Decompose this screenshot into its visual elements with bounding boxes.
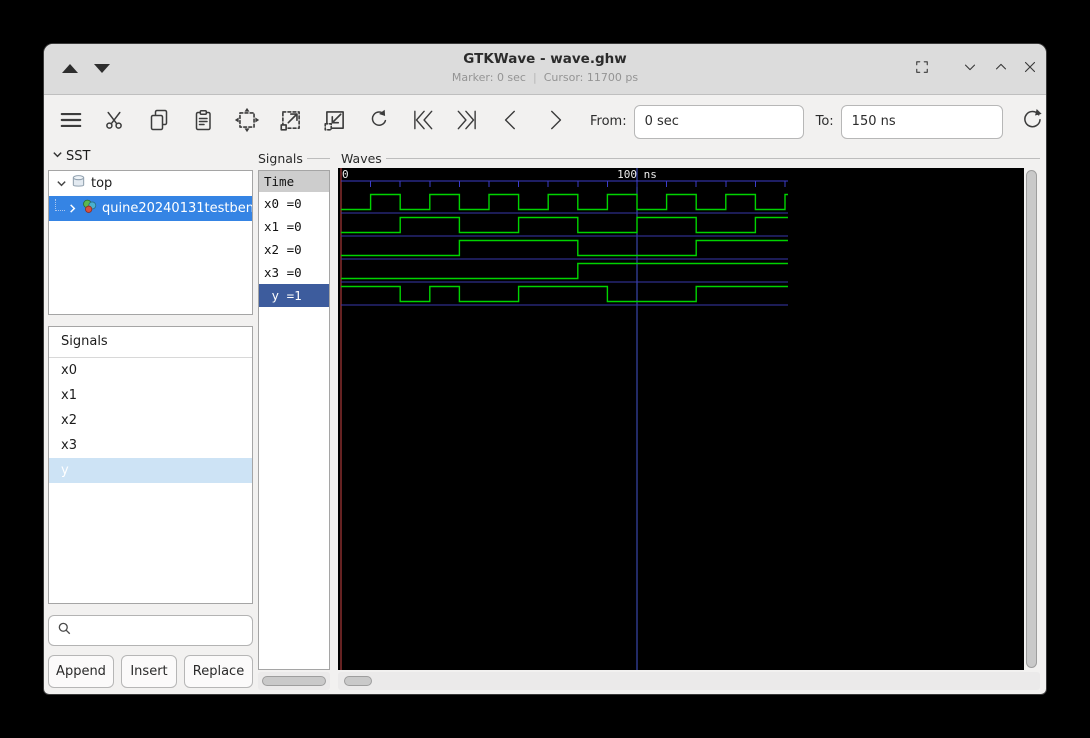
go-to-end-icon [454,107,480,137]
frame-line [385,158,1040,159]
go-to-end-button[interactable] [454,109,480,135]
search-input[interactable] [78,622,242,639]
cut-button[interactable] [102,109,128,135]
fit-selection-icon [234,107,260,137]
replace-button[interactable]: Replace [184,655,253,688]
from-input[interactable] [633,104,804,139]
wave-display[interactable]: 0 100 ns [338,168,1024,670]
chevron-down-icon [52,149,66,164]
step-back-button[interactable] [498,109,524,135]
sst-tree: top quine20240131testbench [48,170,253,315]
tree-item-testbench[interactable]: quine20240131testbench [49,196,252,221]
waves-horizontal-scrollbar[interactable] [338,672,1040,690]
signals-frame-label: Signals [258,151,303,166]
scrollbar-thumb[interactable] [1026,170,1037,668]
close-button[interactable] [1019,58,1041,80]
minimize-button[interactable] [959,58,981,80]
expander-down-icon[interactable] [56,178,67,189]
copy-icon [147,108,171,136]
zoom-in-selection-button[interactable] [278,109,304,135]
module-cylinder-icon [71,174,91,193]
expander-right-icon[interactable] [67,203,78,214]
signal-browser: Signals x0 x1 x2 x3 y [48,326,253,604]
svg-text:100 ns: 100 ns [617,168,657,181]
waves-vertical-scrollbar[interactable] [1026,170,1038,668]
waveform-canvas[interactable]: 0 100 ns [338,168,1024,670]
cursor-status: Cursor: 11700 ps [543,71,639,84]
fit-selection-button[interactable] [234,107,260,137]
append-button[interactable]: Append [48,655,114,688]
step-back-icon [498,107,524,137]
list-item-x0[interactable]: x0 [49,358,252,383]
waves-frame-label: Waves [341,151,382,166]
value-row-x3[interactable]: x3 =0 [259,261,329,284]
from-label: From: [590,114,627,129]
tree-elbow [55,198,65,211]
chevron-down-icon [961,58,979,80]
search-box[interactable] [48,615,253,646]
value-row-x1[interactable]: x1 =0 [259,215,329,238]
chevron-up-icon [992,58,1010,80]
zoom-out-selection-icon [322,107,348,137]
titlebar[interactable]: GTKWave - wave.ghw Marker: 0 sec | Cursor:… [44,44,1046,95]
status-line: Marker: 0 sec | Cursor: 11700 ps [44,71,1046,84]
scrollbar-thumb[interactable] [344,676,372,686]
go-to-start-button[interactable] [410,109,436,135]
frame-line [306,158,330,159]
tree-item-label: quine20240131testbench [102,201,252,216]
waves-frame: Waves [341,151,1040,166]
undo-button[interactable] [366,109,392,135]
values-horizontal-scrollbar[interactable] [258,672,330,690]
signals-frame: Signals [258,151,330,166]
go-to-start-icon [410,107,436,137]
copy-button[interactable] [146,109,172,135]
to-label: To: [815,114,834,129]
time-header[interactable]: Time [259,171,329,192]
window-title: GTKWave - wave.ghw [463,51,627,67]
list-item-x2[interactable]: x2 [49,408,252,433]
menu-button[interactable] [58,109,84,135]
search-icon [57,621,72,640]
paste-icon [191,108,215,136]
svg-text:0: 0 [342,168,349,181]
cut-icon [103,108,127,136]
to-input[interactable] [840,104,1003,139]
insert-button[interactable]: Insert [121,655,177,688]
undo-icon [367,108,391,136]
step-forward-button[interactable] [542,109,568,135]
close-icon [1021,58,1039,80]
toolbar: From: To: [44,95,1046,148]
menu-icon [58,107,84,137]
tree-item-top[interactable]: top [49,171,252,196]
reload-icon [1019,107,1045,137]
tree-item-label: top [91,176,113,191]
sst-expander[interactable]: SST [52,149,90,164]
scrollbar-thumb[interactable] [262,676,326,686]
list-item-x1[interactable]: x1 [49,383,252,408]
reload-button[interactable] [1019,107,1045,137]
value-row-x2[interactable]: x2 =0 [259,238,329,261]
sst-header-label: SST [66,149,91,164]
step-forward-icon [542,107,568,137]
signal-browser-header: Signals [49,327,252,358]
fullscreen-icon [913,58,931,80]
value-row-x0[interactable]: x0 =0 [259,192,329,215]
status-separator: | [532,71,537,84]
desktop-background: { "window": { "title": "GTKWave - wave.g… [0,0,1090,738]
value-row-y[interactable]: y =1 [259,284,329,307]
zoom-in-selection-icon [278,107,304,137]
maximize-button[interactable] [990,58,1012,80]
values-panel: Time x0 =0 x1 =0 x2 =0 x3 =0 y =1 [258,170,330,670]
paste-button[interactable] [190,109,216,135]
list-item-y[interactable]: y [49,458,252,483]
gtkwave-window: GTKWave - wave.ghw Marker: 0 sec | Cursor:… [44,44,1046,694]
fullscreen-button[interactable] [911,58,933,80]
zoom-out-selection-button[interactable] [322,109,348,135]
entity-spheres-icon [81,198,102,219]
marker-status: Marker: 0 sec [451,71,526,84]
list-item-x3[interactable]: x3 [49,433,252,458]
